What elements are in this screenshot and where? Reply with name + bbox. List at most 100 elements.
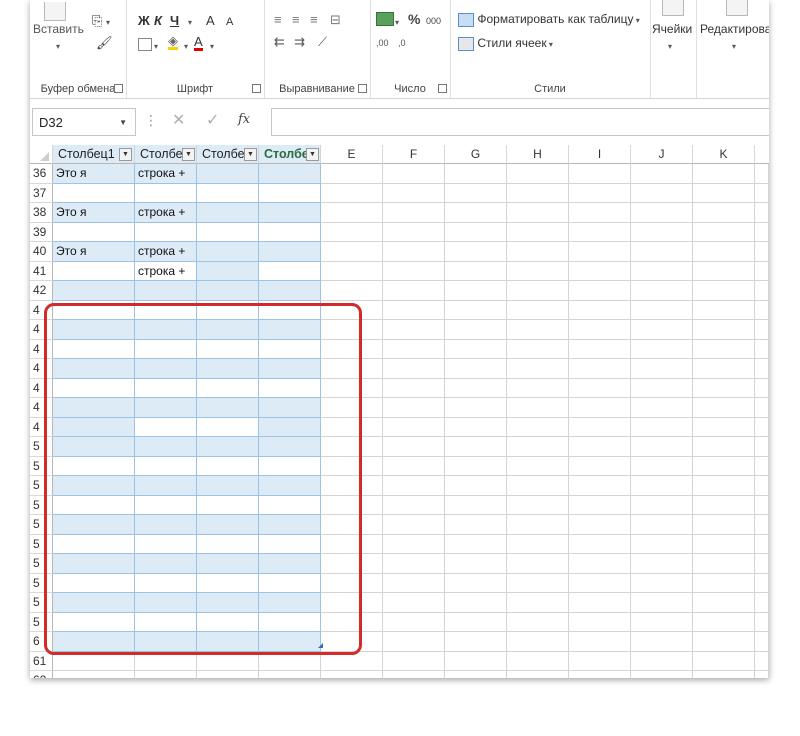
editing-icon[interactable]: [726, 0, 748, 16]
row-header[interactable]: 37: [30, 183, 53, 203]
sheet-cell[interactable]: [569, 183, 631, 203]
sheet-cell[interactable]: [507, 612, 569, 632]
sheet-cell[interactable]: [755, 222, 769, 242]
row-header[interactable]: 42: [30, 281, 53, 301]
sheet-cell[interactable]: [569, 203, 631, 223]
sheet-cell[interactable]: [383, 417, 445, 437]
sheet-cell[interactable]: [631, 242, 693, 262]
sheet-cell[interactable]: [383, 398, 445, 418]
decrease-indent-icon[interactable]: ⇇: [274, 35, 285, 49]
currency-icon[interactable]: [376, 12, 394, 26]
sheet-cell[interactable]: [569, 593, 631, 613]
column-header-j[interactable]: J: [631, 145, 693, 164]
sheet-cell[interactable]: [569, 378, 631, 398]
sheet-cell[interactable]: [445, 222, 507, 242]
row-header[interactable]: 61: [30, 651, 53, 671]
sheet-cell[interactable]: [445, 417, 507, 437]
sheet-cell[interactable]: [755, 359, 769, 379]
insert-function-button[interactable]: fx: [238, 112, 250, 127]
sheet-cell[interactable]: [445, 632, 507, 652]
sheet-cell[interactable]: [445, 183, 507, 203]
sheet-cell[interactable]: [383, 183, 445, 203]
table-header-col4[interactable]: Столбе ▼: [259, 145, 321, 164]
sheet-cell[interactable]: [631, 476, 693, 496]
filter-dropdown-icon[interactable]: ▼: [182, 148, 195, 161]
sheet-cell[interactable]: [383, 671, 445, 678]
sheet-cell[interactable]: [693, 476, 755, 496]
sheet-cell[interactable]: [631, 456, 693, 476]
orientation-icon[interactable]: ⟋: [318, 35, 327, 49]
sheet-cell[interactable]: [569, 242, 631, 262]
sheet-cell[interactable]: [507, 456, 569, 476]
sheet-cell[interactable]: [507, 359, 569, 379]
sheet-cell[interactable]: [445, 398, 507, 418]
align-right-icon[interactable]: ≡: [310, 13, 318, 27]
editing-dropdown-icon[interactable]: ▾: [732, 40, 736, 54]
table-cell[interactable]: Это я: [53, 203, 135, 223]
sheet-cell[interactable]: [755, 476, 769, 496]
sheet-cell[interactable]: [755, 593, 769, 613]
font-launcher-icon[interactable]: [252, 84, 261, 93]
increase-indent-icon[interactable]: ⇉: [294, 35, 305, 49]
sheet-cell[interactable]: [631, 339, 693, 359]
sheet-cell[interactable]: [569, 534, 631, 554]
sheet-cell[interactable]: [755, 281, 769, 301]
sheet-cell[interactable]: [755, 242, 769, 262]
filter-dropdown-icon[interactable]: ▼: [119, 148, 132, 161]
sheet-cell[interactable]: [445, 378, 507, 398]
sheet-cell[interactable]: [445, 339, 507, 359]
editing-button[interactable]: Редактирова: [700, 22, 769, 36]
font-color-button[interactable]: A: [194, 35, 203, 51]
sheet-cell[interactable]: [631, 495, 693, 515]
sheet-cell[interactable]: [693, 183, 755, 203]
sheet-cell[interactable]: [569, 164, 631, 184]
number-launcher-icon[interactable]: [438, 84, 447, 93]
sheet-cell[interactable]: [631, 554, 693, 574]
sheet-cell[interactable]: [321, 222, 383, 242]
sheet-cell[interactable]: [693, 417, 755, 437]
align-left-icon[interactable]: ≡: [274, 13, 282, 27]
sheet-cell[interactable]: [507, 281, 569, 301]
sheet-cell[interactable]: [755, 183, 769, 203]
sheet-cell[interactable]: [507, 320, 569, 340]
fill-color-icon[interactable]: ◈: [168, 34, 178, 50]
sheet-cell[interactable]: [507, 515, 569, 535]
increase-decimal-button[interactable]: ,00: [376, 36, 389, 50]
sheet-cell[interactable]: [445, 456, 507, 476]
sheet-cell[interactable]: [383, 437, 445, 457]
shrink-font-button[interactable]: A: [226, 15, 233, 29]
formula-bar-grip-icon[interactable]: ⋮: [144, 112, 158, 132]
percent-button[interactable]: %: [408, 12, 420, 26]
sheet-cell[interactable]: [321, 671, 383, 678]
sheet-cell[interactable]: [445, 281, 507, 301]
sheet-cell[interactable]: [693, 339, 755, 359]
sheet-cell[interactable]: [755, 417, 769, 437]
sheet-cell[interactable]: [507, 534, 569, 554]
sheet-cell[interactable]: [445, 534, 507, 554]
sheet-cell[interactable]: [631, 437, 693, 457]
sheet-cell[interactable]: [507, 476, 569, 496]
table-cell[interactable]: [53, 281, 135, 301]
table-cell[interactable]: Это я: [53, 242, 135, 262]
sheet-cell[interactable]: [383, 281, 445, 301]
sheet-cell[interactable]: [755, 651, 769, 671]
table-cell[interactable]: [135, 183, 197, 203]
sheet-cell[interactable]: [507, 495, 569, 515]
cell-styles-button[interactable]: Стили ячеек ▾: [458, 36, 553, 52]
name-box-dropdown-icon[interactable]: ▼: [119, 109, 127, 137]
sheet-cell[interactable]: [445, 495, 507, 515]
sheet-cell[interactable]: [445, 554, 507, 574]
sheet-cell[interactable]: [693, 573, 755, 593]
sheet-cell[interactable]: [755, 437, 769, 457]
sheet-cell[interactable]: [693, 456, 755, 476]
table-cell[interactable]: Это я: [53, 164, 135, 184]
sheet-cell[interactable]: [693, 671, 755, 678]
sheet-cell[interactable]: [631, 417, 693, 437]
sheet-cell[interactable]: [569, 281, 631, 301]
sheet-cell[interactable]: [569, 320, 631, 340]
sheet-cell[interactable]: [631, 261, 693, 281]
table-header-col3[interactable]: Столбе ▼: [197, 145, 259, 164]
sheet-cell[interactable]: [321, 203, 383, 223]
sheet-cell[interactable]: [631, 164, 693, 184]
table-cell[interactable]: [259, 222, 321, 242]
